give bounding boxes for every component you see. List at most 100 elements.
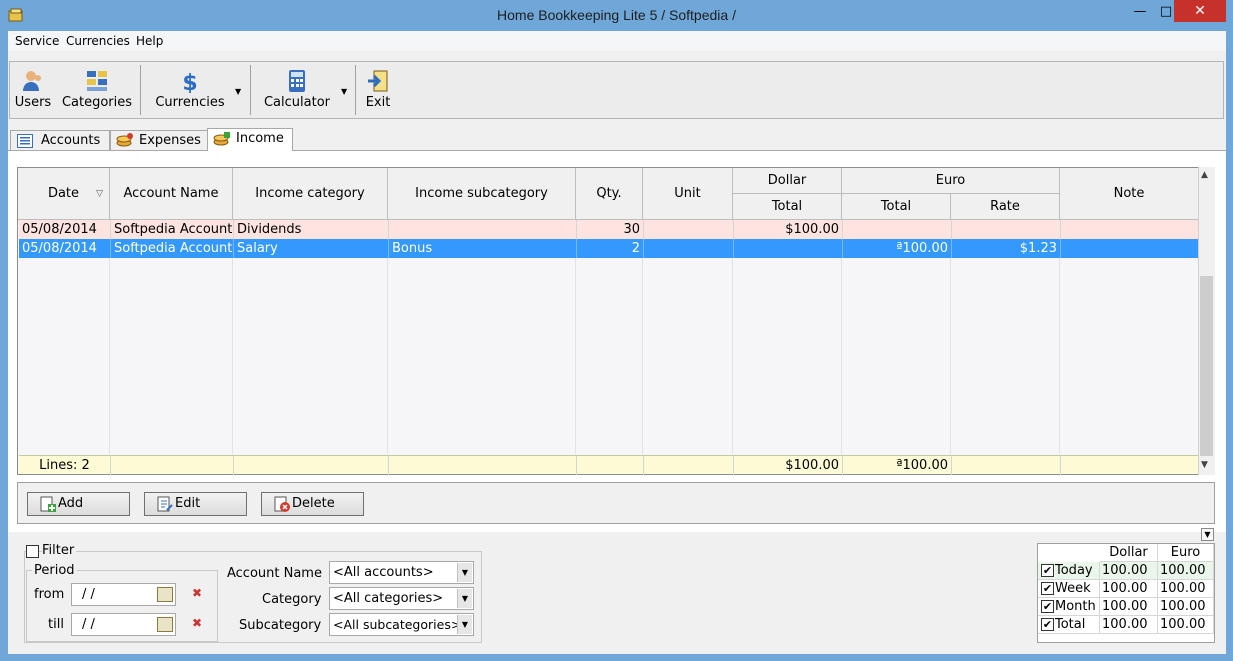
cell-date: 05/08/2014 — [19, 220, 111, 239]
footer-dollar-total: $100.00 — [734, 456, 843, 475]
exit-icon — [368, 70, 388, 92]
add-icon — [40, 496, 56, 512]
edit-button[interactable]: Edit — [144, 492, 247, 516]
footer-cell — [952, 456, 1061, 475]
filter-label: Filter — [42, 543, 77, 558]
tab-income[interactable]: Income — [207, 128, 293, 151]
from-label: from — [34, 587, 65, 602]
summary-value: 100.00 — [1158, 598, 1214, 616]
header-date[interactable]: Date ▽ — [18, 168, 110, 220]
cell-date: 05/08/2014 — [19, 239, 111, 258]
categories-button[interactable]: Categories — [60, 61, 134, 119]
users-button[interactable]: Users — [11, 61, 55, 119]
category-label: Category — [262, 592, 322, 607]
header-unit[interactable]: Unit — [643, 168, 733, 220]
cell-note — [1061, 239, 1199, 258]
calendar-icon[interactable] — [157, 617, 173, 632]
minimize-button[interactable]: — — [1126, 1, 1154, 23]
cell-subcategory — [389, 220, 577, 239]
sort-icon: ▽ — [96, 189, 103, 199]
subcategory-value: <All subcategories> — [333, 617, 462, 632]
clear-from-icon[interactable]: ✖ — [192, 586, 202, 600]
summary-value: 100.00 — [1100, 616, 1158, 634]
menu-currencies[interactable]: Currencies — [66, 34, 130, 48]
toolbar-separator — [250, 65, 251, 115]
header-dollar-total[interactable]: Total — [733, 194, 842, 220]
table-row-selected[interactable]: 05/08/2014 Softpedia Account Salary Bonu… — [19, 239, 1199, 258]
account-name-label: Account Name — [227, 566, 322, 581]
menu-help[interactable]: Help — [136, 34, 163, 48]
header-account-name[interactable]: Account Name — [110, 168, 233, 220]
clear-till-icon[interactable]: ✖ — [192, 616, 202, 630]
subcategory-select[interactable]: <All subcategories> ▼ — [329, 613, 474, 636]
calendar-icon[interactable] — [157, 587, 173, 602]
week-checkbox[interactable]: ✔ — [1041, 582, 1054, 595]
month-checkbox[interactable]: ✔ — [1041, 600, 1054, 613]
category-value: <All categories> — [333, 591, 444, 606]
header-income-subcategory[interactable]: Income subcategory — [388, 168, 576, 220]
coins-add-icon — [213, 132, 230, 146]
cell-euro-total: ª100.00 — [843, 239, 952, 258]
scroll-up-icon[interactable]: ▲ — [1201, 170, 1208, 180]
summary-value: 100.00 — [1158, 580, 1214, 598]
delete-button[interactable]: Delete — [261, 492, 364, 516]
footer-euro-total: ª100.00 — [843, 456, 952, 475]
calculator-button[interactable]: Calculator — [259, 61, 335, 119]
footer-cell — [644, 456, 734, 475]
edit-icon — [157, 496, 173, 512]
tab-expenses[interactable]: Expenses — [110, 130, 208, 150]
menu-service[interactable]: Service — [15, 34, 59, 48]
today-checkbox[interactable]: ✔ — [1041, 564, 1054, 577]
from-date-field[interactable]: / / — [71, 583, 176, 606]
calculator-icon — [289, 70, 305, 92]
cell-account: Softpedia Account — [111, 239, 234, 258]
chevron-down-icon[interactable]: ▼ — [457, 615, 472, 634]
summary-label: Week — [1055, 581, 1091, 596]
till-date-value: / / — [82, 617, 95, 632]
table-row[interactable]: 05/08/2014 Softpedia Account Dividends 3… — [19, 220, 1199, 239]
scrollbar-thumb[interactable] — [1200, 276, 1213, 456]
account-name-select[interactable]: <All accounts> ▼ — [329, 561, 474, 584]
total-checkbox[interactable]: ✔ — [1041, 618, 1054, 631]
delete-label: Delete — [292, 496, 335, 511]
exit-button[interactable]: Exit — [362, 61, 394, 119]
add-button[interactable]: Add — [27, 492, 130, 516]
cell-dollar-total: $100.00 — [734, 220, 843, 239]
header-qty[interactable]: Qty. — [576, 168, 643, 220]
account-name-value: <All accounts> — [333, 565, 434, 580]
tab-income-label: Income — [236, 131, 284, 146]
users-icon — [23, 71, 41, 91]
toolbar-separator — [355, 65, 356, 115]
summary-row-total: ✔ Total — [1038, 616, 1100, 634]
category-select[interactable]: <All categories> ▼ — [329, 587, 474, 610]
currencies-button[interactable]: $ Currencies — [150, 61, 230, 119]
window-title: Home Bookkeeping Lite 5 / Softpedia / — [497, 7, 736, 23]
header-income-category[interactable]: Income category — [233, 168, 388, 220]
tab-accounts-label: Accounts — [41, 133, 101, 148]
tab-accounts[interactable]: Accounts — [10, 130, 110, 150]
period-label: Period — [32, 563, 77, 578]
filter-checkbox[interactable] — [26, 545, 39, 558]
header-euro-rate[interactable]: Rate — [951, 194, 1060, 220]
cell-qty: 2 — [577, 239, 644, 258]
income-grid[interactable]: Date ▽ Account Name Income category Incom… — [17, 167, 1215, 475]
table-footer: Lines: 2 $100.00 ª100.00 — [19, 455, 1199, 475]
users-label: Users — [14, 95, 52, 110]
header-note[interactable]: Note — [1060, 168, 1199, 220]
chevron-down-icon[interactable]: ▼ — [457, 589, 472, 608]
cell-euro-total — [843, 220, 952, 239]
summary-header-euro: Euro — [1158, 544, 1214, 562]
summary-row-week: ✔ Week — [1038, 580, 1100, 598]
edit-label: Edit — [175, 496, 201, 511]
close-button[interactable]: ✕ — [1174, 0, 1226, 22]
menu-bar — [8, 31, 1226, 51]
chevron-down-icon[interactable]: ▼ — [457, 563, 472, 582]
panel-toggle-icon[interactable]: ▼ — [1201, 528, 1214, 541]
calculator-dropdown-icon[interactable]: ▼ — [341, 87, 347, 96]
cell-unit — [644, 239, 734, 258]
summary-header-dollar: Dollar — [1100, 544, 1158, 562]
currencies-dropdown-icon[interactable]: ▼ — [235, 87, 241, 96]
till-date-field[interactable]: / / — [71, 613, 176, 636]
header-euro-total[interactable]: Total — [842, 194, 951, 220]
scroll-down-icon[interactable]: ▼ — [1201, 460, 1208, 470]
